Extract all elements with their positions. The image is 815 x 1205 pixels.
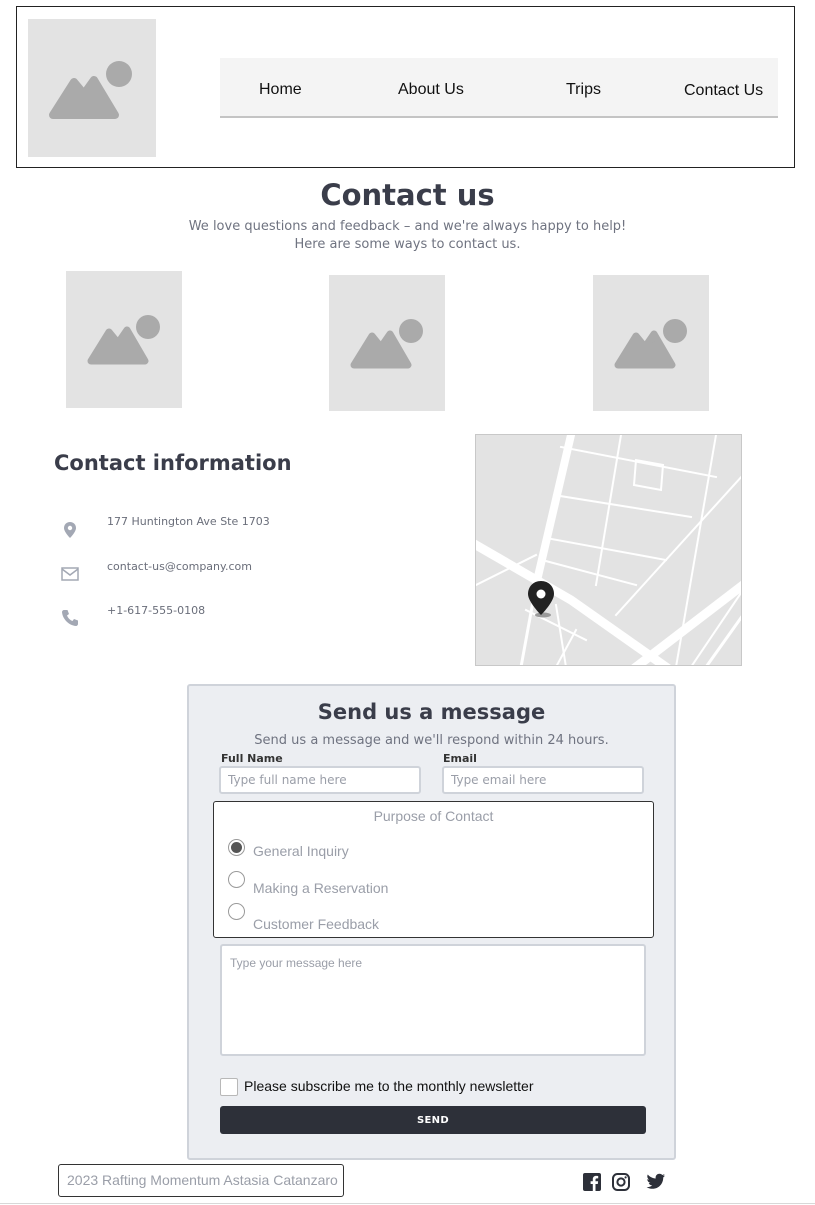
- contact-info-title: Contact information: [54, 451, 292, 475]
- radio-making-reservation[interactable]: [228, 871, 245, 888]
- send-button[interactable]: SEND: [220, 1106, 646, 1134]
- contact-image-2: [329, 275, 445, 411]
- newsletter-label[interactable]: Please subscribe me to the monthly newsl…: [244, 1078, 533, 1094]
- purpose-legend: Purpose of Contact: [373, 808, 494, 824]
- image-placeholder-icon: [350, 319, 423, 369]
- contact-image-1: [66, 271, 182, 408]
- email-label: Email: [443, 752, 477, 765]
- page-title: Contact us: [320, 178, 495, 212]
- image-placeholder-icon: [87, 315, 160, 365]
- main-nav: Home About Us Trips Contact Us: [220, 58, 778, 118]
- location-pin-icon: [64, 522, 76, 538]
- message-textarea[interactable]: [220, 944, 646, 1056]
- mail-icon: [61, 567, 79, 581]
- newsletter-checkbox[interactable]: [220, 1078, 238, 1096]
- message-form: Send us a message Send us a message and …: [187, 684, 676, 1160]
- purpose-fieldset: Purpose of Contact General Inquiry Makin…: [213, 801, 654, 938]
- logo-image-placeholder[interactable]: [28, 19, 156, 157]
- page-subtitle-line1: We love questions and feedback – and we'…: [188, 219, 627, 234]
- phone-icon: [62, 610, 78, 626]
- copyright-notice: 2023 Rafting Momentum Astasia Catanzaro: [58, 1164, 344, 1197]
- radio-label-customer-feedback[interactable]: Customer Feedback: [253, 916, 379, 932]
- radio-general-inquiry[interactable]: [228, 839, 245, 856]
- contact-email[interactable]: contact-us@company.com: [107, 560, 252, 573]
- radio-label-general-inquiry[interactable]: General Inquiry: [253, 843, 349, 859]
- location-map[interactable]: [475, 434, 742, 666]
- full-name-input[interactable]: [219, 766, 421, 794]
- contact-phone[interactable]: +1-617-555-0108: [107, 604, 205, 617]
- image-placeholder-icon: [614, 319, 687, 369]
- footer-divider: [0, 1203, 815, 1204]
- nav-about-us[interactable]: About Us: [398, 58, 464, 116]
- form-subtitle: Send us a message and we'll respond with…: [254, 733, 609, 748]
- email-input[interactable]: [442, 766, 644, 794]
- radio-customer-feedback[interactable]: [228, 903, 245, 920]
- facebook-icon[interactable]: [582, 1172, 602, 1192]
- radio-label-making-reservation[interactable]: Making a Reservation: [253, 880, 388, 896]
- contact-image-3: [593, 275, 709, 411]
- instagram-icon[interactable]: [611, 1172, 631, 1192]
- form-title: Send us a message: [317, 700, 546, 724]
- full-name-label: Full Name: [221, 752, 283, 765]
- map-graphic: [476, 435, 741, 665]
- twitter-icon[interactable]: [646, 1171, 666, 1191]
- nav-trips[interactable]: Trips: [566, 58, 601, 116]
- image-placeholder-icon: [49, 61, 132, 119]
- nav-home[interactable]: Home: [259, 58, 302, 116]
- nav-contact-us[interactable]: Contact Us: [684, 59, 763, 117]
- contact-address: 177 Huntington Ave Ste 1703: [107, 515, 270, 528]
- page-subtitle-line2: Here are some ways to contact us.: [294, 237, 521, 252]
